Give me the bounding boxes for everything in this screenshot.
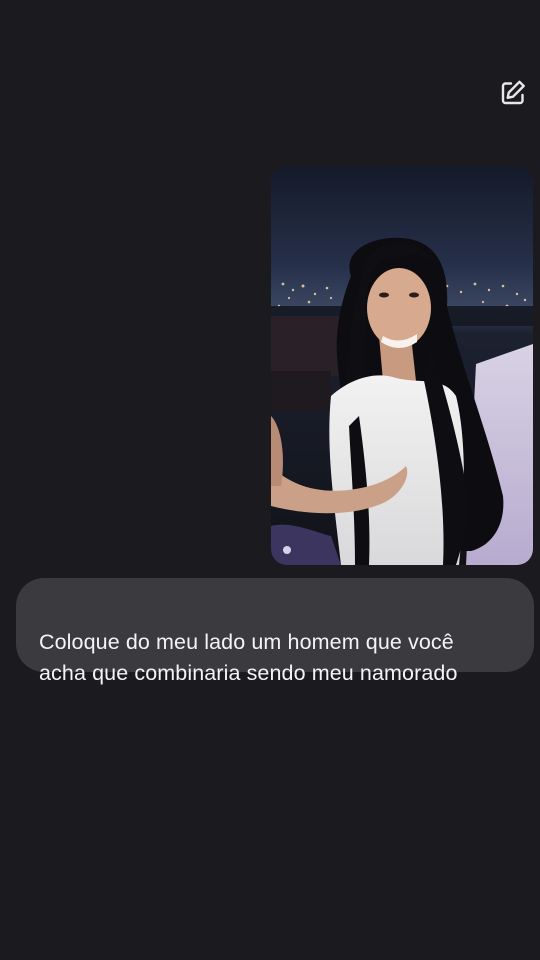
photo-image [271, 166, 533, 565]
photo-message[interactable] [271, 166, 533, 565]
chat-screen: Coloque do meu lado um homem que você ac… [0, 0, 540, 960]
message-bubble[interactable]: Coloque do meu lado um homem que você ac… [16, 578, 534, 685]
message-text: Coloque do meu lado um homem que você ac… [39, 630, 458, 685]
edit-icon[interactable] [498, 78, 528, 108]
